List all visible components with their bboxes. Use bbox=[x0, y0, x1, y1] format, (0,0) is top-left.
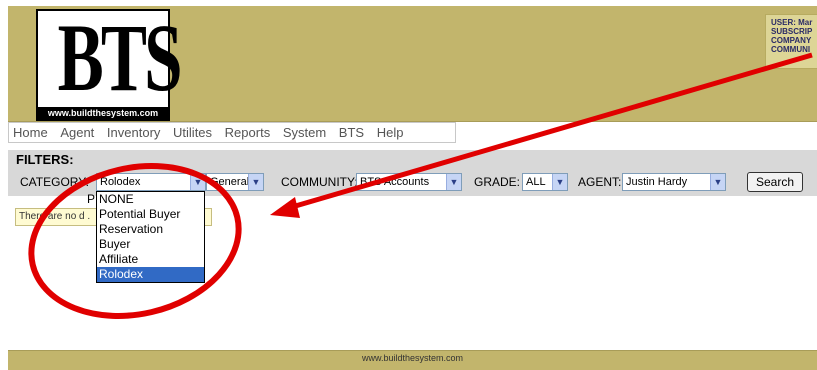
chevron-down-icon: ▼ bbox=[552, 174, 567, 190]
category-dropdown-list: NONE Potential Buyer Reservation Buyer A… bbox=[96, 191, 205, 283]
community-select[interactable]: BTS Accounts ▼ bbox=[356, 173, 462, 191]
menu-system[interactable]: System bbox=[283, 123, 326, 142]
grade-select-value: ALL bbox=[526, 176, 546, 188]
grade-select[interactable]: ALL ▼ bbox=[522, 173, 568, 191]
filters-title: FILTERS: bbox=[16, 152, 74, 167]
app-header: BTS www.buildthesystem.com USER: Mar SUB… bbox=[8, 4, 817, 122]
agent-select[interactable]: Justin Hardy ▼ bbox=[622, 173, 726, 191]
community-label: COMMUNITY: bbox=[281, 175, 358, 189]
agent-select-value: Justin Hardy bbox=[626, 176, 688, 188]
menu-agent[interactable]: Agent bbox=[60, 123, 94, 142]
annotation-arrow-head bbox=[270, 197, 300, 218]
dropdown-option-potential-buyer[interactable]: Potential Buyer bbox=[97, 207, 204, 222]
logo-url: www.buildthesystem.com bbox=[38, 107, 168, 119]
category-label: CATEGORY: bbox=[20, 175, 89, 189]
menu-utilites[interactable]: Utilites bbox=[173, 123, 212, 142]
grade-label: GRADE: bbox=[474, 175, 521, 189]
menu-reports[interactable]: Reports bbox=[225, 123, 271, 142]
community-line: COMMUNI bbox=[771, 45, 811, 54]
company-line: COMPANY bbox=[771, 36, 812, 45]
app-footer: www.buildthesystem.com bbox=[8, 350, 817, 370]
type-select-value: General bbox=[210, 176, 250, 188]
agent-label: AGENT: bbox=[578, 175, 622, 189]
category-select-value: Rolodex bbox=[100, 176, 141, 188]
type-select[interactable]: General ▼ bbox=[206, 173, 264, 191]
category-select[interactable]: Rolodex ▼ bbox=[96, 173, 206, 191]
chevron-down-icon: ▼ bbox=[190, 174, 205, 190]
chevron-down-icon: ▼ bbox=[248, 174, 263, 190]
dropdown-option-rolodex[interactable]: Rolodex bbox=[97, 267, 204, 282]
search-button[interactable]: Search bbox=[747, 172, 803, 192]
logo-text: BTS bbox=[57, 4, 183, 111]
subscription-line: SUBSCRIP bbox=[771, 27, 813, 36]
partial-text: P bbox=[87, 192, 96, 206]
menu-bts[interactable]: BTS bbox=[339, 123, 364, 142]
dropdown-option-reservation[interactable]: Reservation bbox=[97, 222, 204, 237]
main-menu: Home Agent Inventory Utilites Reports Sy… bbox=[8, 122, 456, 143]
community-select-value: BTS Accounts bbox=[360, 176, 430, 188]
bts-logo[interactable]: BTS www.buildthesystem.com bbox=[36, 4, 183, 121]
user-line: USER: Mar bbox=[771, 18, 813, 27]
dropdown-option-affiliate[interactable]: Affiliate bbox=[97, 252, 204, 267]
dropdown-option-none[interactable]: NONE bbox=[97, 192, 204, 207]
menu-home[interactable]: Home bbox=[13, 123, 48, 142]
chevron-down-icon: ▼ bbox=[446, 174, 461, 190]
menu-inventory[interactable]: Inventory bbox=[107, 123, 160, 142]
chevron-down-icon: ▼ bbox=[710, 174, 725, 190]
menu-help[interactable]: Help bbox=[377, 123, 404, 142]
dropdown-option-buyer[interactable]: Buyer bbox=[97, 237, 204, 252]
user-info-panel: USER: Mar SUBSCRIP COMPANY COMMUNI bbox=[765, 14, 817, 69]
